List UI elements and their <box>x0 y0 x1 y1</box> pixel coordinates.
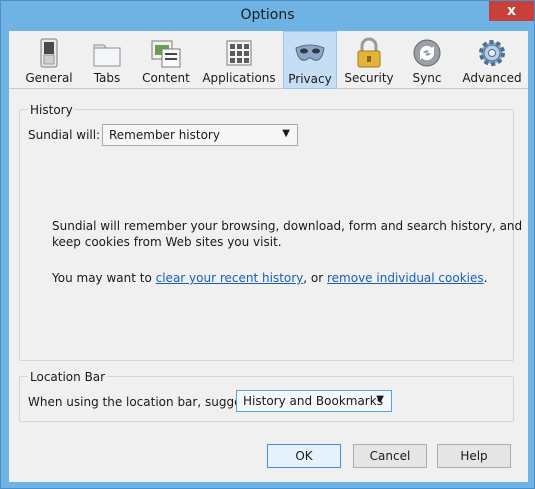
tab-applications[interactable]: Applications <box>201 31 277 89</box>
chevron-down-icon: ▼ <box>376 394 384 405</box>
tab-privacy[interactable]: Privacy <box>283 31 337 89</box>
applications-icon <box>226 40 252 66</box>
suggest-label: When using the location bar, suggest: <box>28 395 257 409</box>
help-button[interactable]: Help <box>437 444 511 468</box>
clear-recent-history-link[interactable]: clear your recent history <box>156 271 304 285</box>
location-bar-group-title: Location Bar <box>28 370 108 384</box>
close-button[interactable]: x <box>489 1 534 21</box>
tab-label: Tabs <box>93 71 121 85</box>
history-description-line1: Sundial will remember your browsing, dow… <box>52 219 523 233</box>
sync-icon <box>413 39 441 67</box>
suggest-value: History and Bookmarks <box>243 394 383 408</box>
history-group: History Sundial will: Remember history ▼… <box>19 103 522 361</box>
history-group-title: History <box>28 103 75 117</box>
switch-icon <box>40 38 58 68</box>
content-icon <box>151 40 181 68</box>
close-icon: x <box>506 3 517 19</box>
history-mode-select[interactable]: Remember history ▼ <box>102 124 298 146</box>
tab-content[interactable]: Content <box>137 31 195 89</box>
tab-security[interactable]: Security <box>343 31 395 89</box>
suggestion-suffix: . <box>483 271 488 285</box>
tab-label: Advanced <box>462 71 522 85</box>
cancel-button[interactable]: Cancel <box>353 444 427 468</box>
tab-sync[interactable]: Sync <box>401 31 453 89</box>
tab-label: Privacy <box>288 72 332 86</box>
mask-icon <box>295 44 325 61</box>
suggestion-prefix: You may want to <box>52 271 156 285</box>
history-suggestion-text: You may want to clear your recent histor… <box>52 271 487 285</box>
client-area: General Tabs Content Applications Privac… <box>9 31 528 482</box>
history-mode-value: Remember history <box>109 128 220 142</box>
tab-general[interactable]: General <box>21 31 77 89</box>
suggestion-middle: , or <box>303 271 327 285</box>
chevron-down-icon: ▼ <box>282 128 290 139</box>
gear-icon <box>479 40 505 66</box>
options-window: Options x General Tabs Content Applicati… <box>0 0 535 489</box>
history-description-line2: keep cookies from Web sites you visit. <box>52 235 282 249</box>
tab-label: General <box>25 71 73 85</box>
tab-label: Security <box>344 71 394 85</box>
category-toolbar: General Tabs Content Applications Privac… <box>9 31 528 89</box>
sundial-will-label: Sundial will: <box>28 128 101 142</box>
tabs-icon <box>93 44 121 67</box>
remove-individual-cookies-link[interactable]: remove individual cookies <box>327 271 484 285</box>
window-title: Options <box>240 7 295 23</box>
tab-label: Applications <box>202 71 276 85</box>
title-bar[interactable]: Options x <box>1 1 534 31</box>
tab-label: Content <box>142 71 190 85</box>
ok-button[interactable]: OK <box>267 444 341 468</box>
suggest-select[interactable]: History and Bookmarks ▼ <box>236 390 392 412</box>
tab-tabs[interactable]: Tabs <box>85 31 129 89</box>
padlock-icon <box>357 37 381 68</box>
location-bar-group: Location Bar When using the location bar… <box>19 370 514 422</box>
tab-advanced[interactable]: Advanced <box>461 31 523 89</box>
tab-label: Sync <box>412 71 442 85</box>
